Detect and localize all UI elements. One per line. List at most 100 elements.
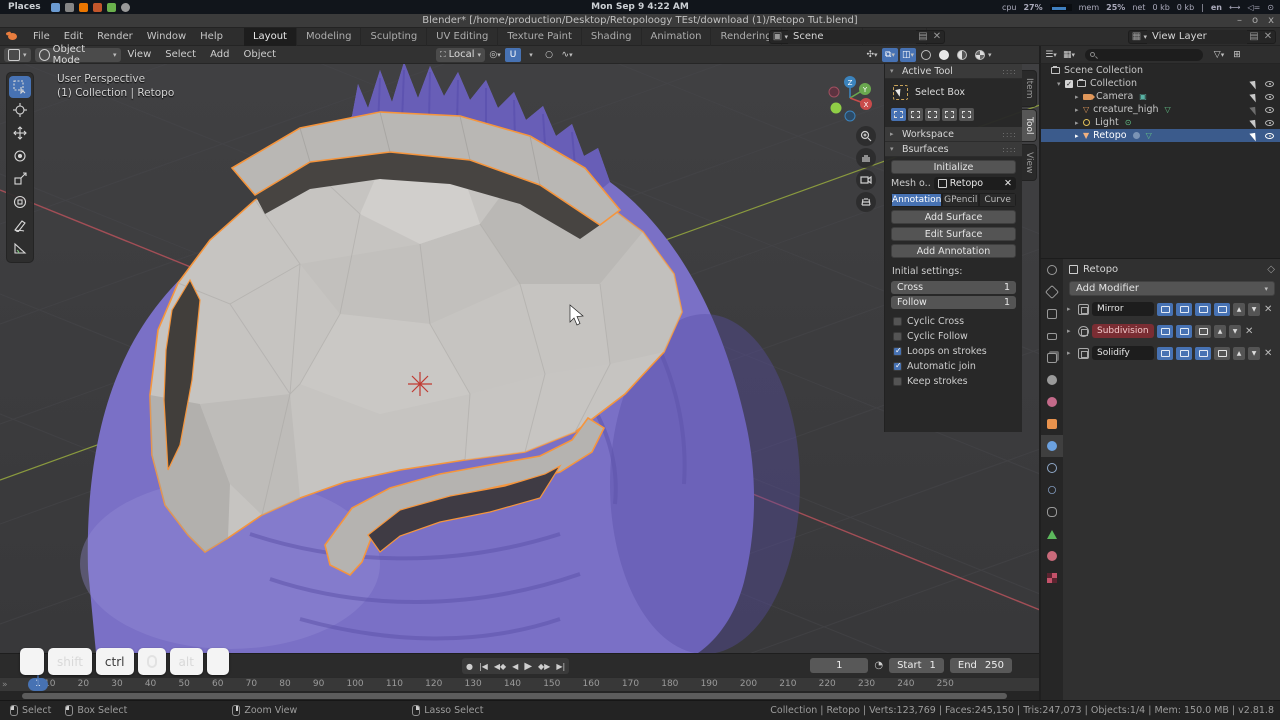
record-button[interactable]: ● xyxy=(466,662,473,671)
toggle-render-icon[interactable] xyxy=(1157,302,1173,316)
workspace-tab[interactable]: Modeling xyxy=(297,27,362,46)
delete-modifier-button[interactable]: ✕ xyxy=(1264,348,1272,359)
close-button[interactable]: x xyxy=(1268,15,1274,26)
clock-app-icon[interactable] xyxy=(120,2,130,12)
viewport-menu-item[interactable]: Add xyxy=(203,49,236,60)
expand-arrow-icon[interactable]: » xyxy=(2,680,8,690)
viewport-menu-item[interactable]: View xyxy=(121,49,159,60)
outliner-row-retopo[interactable]: ▸ ▼ Retopo ▽ xyxy=(1041,129,1280,142)
show-gizmo-button[interactable]: ✣ ▾ xyxy=(864,48,880,62)
checkbox[interactable] xyxy=(893,332,902,341)
new-view-layer-icon[interactable]: ▤ xyxy=(1247,31,1261,42)
toggle-realtime-icon[interactable] xyxy=(1176,346,1192,360)
tab-material[interactable] xyxy=(1041,545,1063,567)
scene-selector[interactable]: ▣ ▾ Scene ▤ ✕ xyxy=(769,29,945,44)
orientation-selector[interactable]: ⛶ Local ▾ xyxy=(436,47,486,62)
viewport-menu-item[interactable]: Select xyxy=(158,49,203,60)
bsurfaces-action-button[interactable]: Add Surface xyxy=(891,210,1016,224)
delete-modifier-button[interactable]: ✕ xyxy=(1264,304,1272,315)
remove-view-layer-icon[interactable]: ✕ xyxy=(1261,31,1275,42)
tab-output[interactable] xyxy=(1041,325,1063,347)
outliner-filter-button[interactable]: ▽ ▾ xyxy=(1211,48,1227,62)
tool-measure[interactable] xyxy=(9,237,31,259)
volume-icon[interactable]: ◁= xyxy=(1247,3,1260,12)
tab-object[interactable] xyxy=(1041,413,1063,435)
source-tab[interactable]: GPencil xyxy=(942,193,980,207)
shading-options-dropdown[interactable]: ▾ xyxy=(988,51,992,59)
viewport-menu-item[interactable]: Object xyxy=(236,49,283,60)
scrollbar-thumb[interactable] xyxy=(22,693,1007,699)
editor-type-selector[interactable]: ▾ xyxy=(4,47,31,62)
proportional-editing-button[interactable]: ○ xyxy=(541,48,557,62)
view-layer-selector[interactable]: ▦ ▾ View Layer ▤ ✕ xyxy=(1128,29,1276,44)
initialize-button[interactable]: Initialize xyxy=(891,160,1016,174)
toggle-realtime-icon[interactable] xyxy=(1176,324,1192,338)
title-bar[interactable]: Blender* [/home/production/Desktop/Retop… xyxy=(0,14,1280,28)
menu-item[interactable]: Edit xyxy=(57,29,90,44)
snap-settings-button[interactable]: ▾ xyxy=(523,48,539,62)
move-up-button[interactable]: ▲ xyxy=(1233,302,1245,316)
outliner-search-input[interactable] xyxy=(1085,48,1203,61)
move-down-button[interactable]: ▼ xyxy=(1248,346,1260,360)
toggle-editmode-icon[interactable] xyxy=(1195,346,1211,360)
app-icon[interactable] xyxy=(92,2,102,12)
outliner-row-camera[interactable]: ▸ Camera ▣ xyxy=(1041,90,1280,103)
new-collection-button[interactable]: ⊞ xyxy=(1229,48,1245,62)
collection-checkbox[interactable]: ✓ xyxy=(1065,79,1073,88)
tab-view-layer[interactable] xyxy=(1041,347,1063,369)
active-tool-section-header[interactable]: ▾ Active Tool:::: xyxy=(885,64,1022,79)
clear-mesh-icon[interactable]: ✕ xyxy=(1004,178,1012,189)
visibility-eye-icon[interactable] xyxy=(1265,93,1274,100)
tool-cursor[interactable] xyxy=(9,99,31,121)
next-keyframe-button[interactable]: ◆▶ xyxy=(538,662,550,671)
blender-logo-icon[interactable] xyxy=(6,32,20,42)
move-up-button[interactable]: ▲ xyxy=(1233,346,1245,360)
files-app-icon[interactable] xyxy=(64,2,74,12)
tab-world[interactable] xyxy=(1041,391,1063,413)
unlink-scene-icon[interactable]: ✕ xyxy=(930,31,944,42)
pan-view-button[interactable] xyxy=(856,148,876,168)
show-overlays-button[interactable]: ⧉ ▾ xyxy=(882,47,898,62)
restore-button[interactable]: o xyxy=(1252,15,1258,26)
number-field[interactable]: Follow 1 xyxy=(891,296,1016,309)
network-icon[interactable]: ⟷ xyxy=(1229,3,1240,12)
jump-to-start-button[interactable]: |◀ xyxy=(479,662,488,671)
system-clock[interactable]: Mon Sep 9 4:22 AM xyxy=(591,2,689,12)
tab-modifiers[interactable] xyxy=(1041,435,1063,457)
expand-icon[interactable]: ▸ xyxy=(1067,305,1075,313)
tab-constraints[interactable] xyxy=(1041,501,1063,523)
checkbox[interactable] xyxy=(893,317,902,326)
stopwatch-icon[interactable]: ◔ xyxy=(874,660,883,671)
jump-to-end-button[interactable]: ▶| xyxy=(556,662,565,671)
toggle-editmode-icon[interactable] xyxy=(1195,324,1211,338)
prev-keyframe-button[interactable]: ◀◆ xyxy=(494,662,506,671)
outliner-row-light[interactable]: ▸ Light ⊙ xyxy=(1041,116,1280,129)
outliner-row-collection[interactable]: ▾ ✓ Collection xyxy=(1041,77,1280,90)
menu-item[interactable]: Help xyxy=(193,29,230,44)
mesh-object-field[interactable]: Retopo ✕ xyxy=(933,177,1016,190)
workspace-tab[interactable]: Texture Paint xyxy=(498,27,582,46)
menu-item[interactable]: File xyxy=(26,29,57,44)
select-mode-subtract[interactable] xyxy=(925,108,940,121)
tool-select-box[interactable] xyxy=(9,76,31,98)
outliner-filter-image-button[interactable]: ▦ ▾ xyxy=(1061,48,1077,62)
new-scene-icon[interactable]: ▤ xyxy=(916,31,930,42)
tab-texture[interactable] xyxy=(1041,567,1063,589)
selectable-icon[interactable] xyxy=(1249,91,1260,102)
tab-tool[interactable] xyxy=(1041,281,1063,303)
shading-wireframe-button[interactable] xyxy=(918,48,934,62)
menu-item[interactable]: Window xyxy=(140,29,193,44)
modifier-name-field[interactable]: Mirror xyxy=(1092,302,1154,316)
toggle-render-icon[interactable] xyxy=(1157,346,1173,360)
power-icon[interactable]: ⊙ xyxy=(1267,3,1274,12)
select-mode-extend[interactable] xyxy=(908,108,923,121)
current-frame-field[interactable]: 1 xyxy=(810,658,869,673)
select-mode-new[interactable] xyxy=(891,108,906,121)
checkbox[interactable] xyxy=(893,377,902,386)
workspace-tab[interactable]: Shading xyxy=(582,27,642,46)
snap-magnet-button[interactable]: U xyxy=(505,47,522,62)
tool-transform[interactable] xyxy=(9,191,31,213)
play-reverse-button[interactable]: ◀ xyxy=(512,662,518,671)
minimize-button[interactable]: – xyxy=(1237,15,1242,26)
disclosure-triangle-icon[interactable]: ▾ xyxy=(1057,80,1065,88)
